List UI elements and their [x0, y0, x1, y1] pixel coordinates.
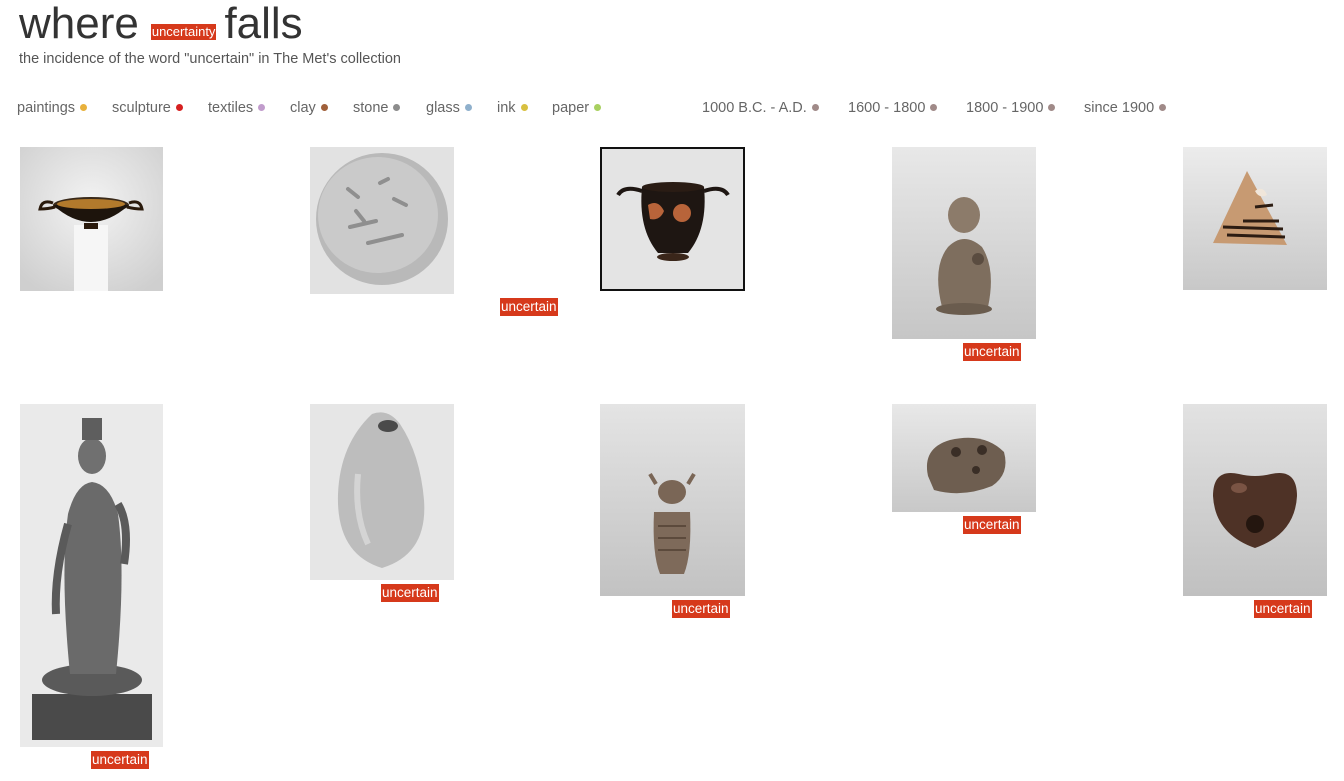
page-subtitle: the incidence of the word "uncertain" in…	[19, 51, 401, 67]
period-dot-icon	[1048, 104, 1056, 111]
filter-label: 1800 - 1900	[966, 100, 1044, 116]
ocarina-image-icon	[892, 404, 1036, 512]
page-title: where uncertainty falls	[19, 0, 303, 48]
filter-label: paper	[552, 100, 590, 116]
filter-stone[interactable]: stone	[353, 100, 401, 116]
filter-textiles[interactable]: textiles	[208, 100, 266, 116]
filter-paintings[interactable]: paintings	[17, 100, 88, 116]
period-dot-icon	[930, 104, 938, 111]
filter-label: 1000 B.C. - A.D.	[702, 100, 807, 116]
figurine-image-icon	[892, 147, 1036, 339]
vessel-image-icon	[602, 149, 743, 289]
uncertain-caption[interactable]: uncertain	[91, 751, 149, 769]
uncertain-caption[interactable]: uncertain	[381, 584, 439, 602]
filter-label: ink	[497, 100, 516, 116]
uncertain-caption[interactable]: uncertain	[672, 600, 730, 618]
filter-period-1800[interactable]: 1800 - 1900	[966, 100, 1056, 116]
textiles-dot-icon	[258, 104, 266, 111]
filter-clay[interactable]: clay	[290, 100, 328, 116]
filter-paper[interactable]: paper	[552, 100, 602, 116]
filter-period-1600[interactable]: 1600 - 1800	[848, 100, 938, 116]
artwork-thumb-clay-idol[interactable]	[600, 404, 745, 596]
shard-image-icon	[1183, 147, 1327, 290]
filter-label: sculpture	[112, 100, 171, 116]
artwork-thumb-clay-ocarina[interactable]	[892, 404, 1036, 512]
whistle-image-icon	[1183, 404, 1327, 596]
filter-label: glass	[426, 100, 460, 116]
sculpture-dot-icon	[175, 104, 183, 111]
paintings-dot-icon	[80, 104, 88, 111]
uncertain-caption[interactable]: uncertain	[500, 298, 558, 316]
gourd-image-icon	[310, 404, 454, 580]
filter-label: textiles	[208, 100, 254, 116]
filter-period-1000bc[interactable]: 1000 B.C. - A.D.	[702, 100, 819, 116]
filter-label: paintings	[17, 100, 76, 116]
filter-ink[interactable]: ink	[497, 100, 528, 116]
filter-period-1900[interactable]: since 1900	[1084, 100, 1167, 116]
idol-image-icon	[600, 404, 745, 596]
artwork-thumb-bodhisattva[interactable]	[20, 404, 163, 747]
filter-label: clay	[290, 100, 316, 116]
filter-label: stone	[353, 100, 389, 116]
uncertain-caption[interactable]: uncertain	[1254, 600, 1312, 618]
filter-label: since 1900	[1084, 100, 1155, 116]
title-word-where: where	[19, 0, 139, 48]
artwork-thumb-clay-figurine[interactable]	[892, 147, 1036, 339]
artwork-thumb-kylix[interactable]	[20, 147, 163, 291]
title-word-falls: falls	[224, 0, 303, 48]
ink-dot-icon	[520, 104, 528, 111]
uncertain-caption[interactable]: uncertain	[963, 343, 1021, 361]
tablet-image-icon	[310, 147, 454, 294]
uncertain-caption[interactable]: uncertain	[963, 516, 1021, 534]
clay-dot-icon	[320, 104, 328, 111]
artwork-thumb-gourd-vessel[interactable]	[310, 404, 454, 580]
filter-glass[interactable]: glass	[426, 100, 472, 116]
filter-bar: paintings sculpture textiles clay stone …	[0, 100, 1344, 120]
period-dot-icon	[811, 104, 819, 111]
stone-dot-icon	[393, 104, 401, 111]
statue-image-icon	[20, 404, 163, 747]
artwork-thumb-red-figure-vessel[interactable]	[600, 147, 745, 291]
paper-dot-icon	[594, 104, 602, 111]
artwork-thumb-dark-clay-whistle[interactable]	[1183, 404, 1327, 596]
artwork-thumb-pottery-shard[interactable]	[1183, 147, 1327, 290]
filter-sculpture[interactable]: sculpture	[112, 100, 183, 116]
kylix-image-icon	[20, 147, 163, 291]
title-uncertainty-tag: uncertainty	[150, 24, 217, 40]
artwork-thumb-stone-tablet[interactable]	[310, 147, 454, 294]
filter-label: 1600 - 1800	[848, 100, 926, 116]
period-dot-icon	[1159, 104, 1167, 111]
glass-dot-icon	[464, 104, 472, 111]
